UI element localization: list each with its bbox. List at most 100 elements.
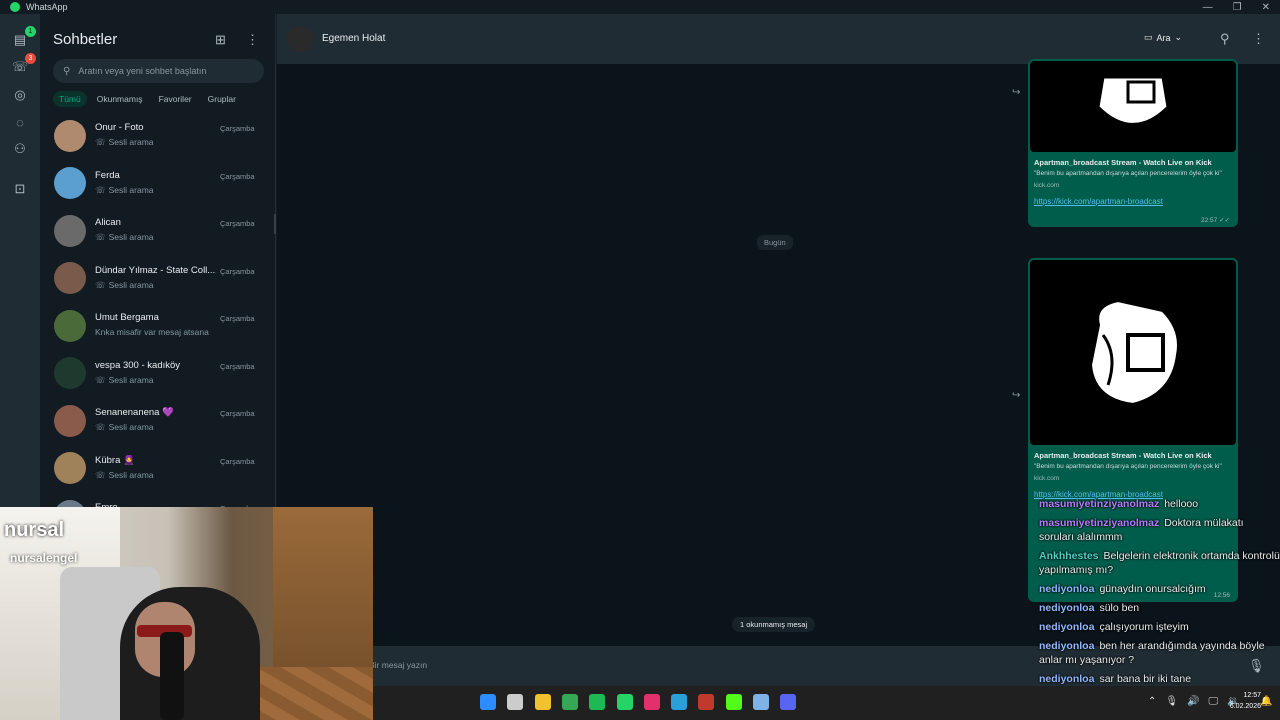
- chat-list-item[interactable]: Kübra 🧕 ☏ Sesli arama Çarşamba: [40, 445, 276, 493]
- unread-badge: 1: [25, 26, 36, 37]
- chat-list: Onur - Foto ☏ Sesli arama Çarşamba Ferda ☏ Ses…: [40, 112, 276, 512]
- stream-chat-text: günaydın onursalcığım: [1099, 583, 1206, 595]
- chat-list-scrollbar[interactable]: [274, 214, 276, 234]
- chrome-icon[interactable]: [561, 694, 578, 710]
- contact-name[interactable]: Egemen Holat: [322, 33, 385, 44]
- conversation-menu-icon[interactable]: ⋮: [1252, 31, 1265, 47]
- window-controls: — ❐ ✕: [1203, 2, 1280, 13]
- chat-list-item[interactable]: Senanenanena 💜 ☏ Sesli arama Çarşamba: [40, 397, 276, 445]
- tray-icon[interactable]: 🖵: [1209, 696, 1219, 707]
- stream-chat-message: nediyonloa çalışıyorum işteyim: [1033, 620, 1280, 634]
- link-preview-image[interactable]: [1030, 260, 1236, 445]
- window-titlebar: WhatsApp — ❐ ✕: [0, 0, 1280, 14]
- filter-all[interactable]: Tümü: [53, 91, 87, 107]
- link-preview-domain: kick.com: [1034, 181, 1060, 189]
- chat-list-item[interactable]: Umut Bergama Knka misafir var mesaj atsan…: [40, 302, 276, 350]
- stream-chat-username: nediyonloa: [1039, 673, 1095, 685]
- avatar: [54, 119, 86, 152]
- tray-icon[interactable]: 🔊: [1187, 696, 1199, 707]
- start-icon[interactable]: [480, 694, 496, 710]
- call-button[interactable]: ▭ Ara ⌄: [1144, 32, 1182, 43]
- chat-subtitle: Sesli arama: [108, 469, 154, 480]
- chat-list-item[interactable]: Ferda ☏ Sesli arama Çarşamba: [40, 160, 276, 208]
- filter-chips: Tümü Okunmamış Favoriler Gruplar: [53, 91, 242, 107]
- conversation-search-icon[interactable]: ⚲: [1220, 31, 1230, 47]
- tray-icon[interactable]: 🎙: [1165, 696, 1178, 707]
- window-title: WhatsApp: [26, 2, 68, 12]
- close-window-button[interactable]: ✕: [1262, 2, 1270, 13]
- kick-icon[interactable]: [725, 694, 742, 710]
- chat-time: Çarşamba: [220, 314, 255, 323]
- forward-icon[interactable]: ↪: [1012, 390, 1020, 401]
- stream-chat-message: Ankhhestes Belgelerin elektronik ortamda …: [1033, 549, 1280, 577]
- chat-list-item[interactable]: Onur - Foto ☏ Sesli arama Çarşamba: [40, 112, 276, 160]
- chat-time: Çarşamba: [220, 219, 255, 228]
- chat-list-item[interactable]: Alican ☏ Sesli arama Çarşamba: [40, 207, 276, 255]
- chat-last-message: ☏ Sesli arama: [95, 232, 154, 243]
- avatar: [54, 357, 86, 390]
- stream-chat-text: hellooo: [1164, 498, 1199, 510]
- stream-chat-message: masumiyetinziyanolmaz Doktora mülakatı so…: [1033, 516, 1280, 544]
- stream-chat-username: nediyonloa: [1039, 621, 1095, 633]
- message-bubble[interactable]: Apartman_broadcast Stream - Watch Live o…: [1028, 59, 1238, 227]
- stream-chat-message: masumiyetinziyanolmaz hellooo: [1033, 497, 1280, 511]
- whatsapp-logo-icon: [10, 2, 20, 12]
- clock-date: 6.02.2026: [1229, 703, 1261, 710]
- maximize-button[interactable]: ❐: [1233, 2, 1242, 13]
- filter-favorites[interactable]: Favoriler: [153, 91, 198, 107]
- chat-name: Alican: [95, 217, 121, 228]
- forward-icon[interactable]: ↪: [1012, 87, 1020, 98]
- channels-icon[interactable]: ◌: [12, 114, 28, 130]
- message-link[interactable]: https://kick.com/apartman-broadcast: [1028, 189, 1238, 206]
- conversation-header[interactable]: Egemen Holat ▭ Ara ⌄ ⚲ ⋮: [277, 14, 1280, 64]
- explorer-icon[interactable]: [534, 694, 551, 710]
- communities-icon[interactable]: ⚇: [12, 141, 28, 157]
- new-chat-icon[interactable]: ⊞: [215, 32, 226, 48]
- stream-chat-username: nediyonloa: [1039, 602, 1095, 614]
- search-input[interactable]: ⚲ Aratın veya yeni sohbet başlatın: [53, 59, 264, 83]
- sidebar-menu-icon[interactable]: ⋮: [246, 32, 259, 48]
- chat-last-message: ☏ Sesli arama: [95, 422, 154, 433]
- chat-last-message: ☏ Sesli arama: [95, 375, 154, 386]
- stream-chat-message: nediyonloa sar bana bir iki tane: [1033, 672, 1280, 686]
- taskbar-clock[interactable]: 12:57 6.02.2026: [1221, 690, 1261, 712]
- chat-time: Çarşamba: [220, 361, 255, 371]
- chevron-down-icon: ⌄: [1174, 32, 1183, 42]
- archive-icon[interactable]: ⊡: [12, 181, 28, 197]
- chat-list-item[interactable]: vespa 300 - kadıköy ☏ Sesli arama Çarşamba: [40, 350, 276, 398]
- settings-icon[interactable]: [753, 694, 769, 710]
- discord-icon[interactable]: [780, 694, 797, 710]
- tray-icon[interactable]: ⌃: [1148, 696, 1156, 707]
- edge-icon[interactable]: [671, 694, 688, 710]
- link-preview-domain: kick.com: [1034, 474, 1060, 482]
- status-icon[interactable]: ◎: [12, 87, 28, 103]
- chat-name: Ferda: [95, 169, 120, 181]
- contact-avatar[interactable]: [287, 26, 313, 52]
- notification-bell-icon[interactable]: 🔔: [1260, 696, 1272, 707]
- chat-subtitle: Sesli arama: [108, 374, 154, 385]
- spotify-icon[interactable]: [589, 694, 606, 710]
- taskview-icon[interactable]: [507, 694, 524, 710]
- composer-placeholder[interactable]: Bir mesaj yazın: [369, 660, 427, 670]
- phone-call-icon: ☏: [95, 374, 106, 385]
- instagram-icon[interactable]: [643, 694, 660, 710]
- whatsapp-taskbar-icon[interactable]: [616, 694, 633, 710]
- phone-call-icon: ☏: [95, 232, 106, 242]
- chat-name: Kübra 🧕: [95, 454, 135, 466]
- search-placeholder: Aratın veya yeni sohbet başlatın: [78, 66, 207, 76]
- chat-last-message: ☏ Sesli arama: [95, 137, 154, 148]
- stream-chat-username: masumiyetinziyanolmaz: [1039, 498, 1160, 510]
- stream-chat-message: nediyonloa sülo ben: [1033, 601, 1280, 615]
- chat-name: Dündar Yılmaz - State Coll...: [95, 264, 215, 276]
- filter-groups[interactable]: Gruplar: [202, 91, 242, 107]
- chat-list-item[interactable]: Dündar Yılmaz - State Coll... ☏ Sesli aram…: [40, 255, 276, 303]
- minimize-button[interactable]: —: [1203, 2, 1213, 13]
- filter-unread[interactable]: Okunmamış: [91, 91, 149, 107]
- call-label: Ara: [1156, 32, 1171, 43]
- chat-name: Senanenanena 💜: [95, 407, 174, 418]
- link-preview-image[interactable]: [1030, 61, 1236, 152]
- avatar: [54, 214, 86, 247]
- app-icon[interactable]: [698, 694, 715, 710]
- chat-time: Çarşamba: [220, 456, 255, 466]
- streamer-name-overlay: nursal: [4, 519, 65, 541]
